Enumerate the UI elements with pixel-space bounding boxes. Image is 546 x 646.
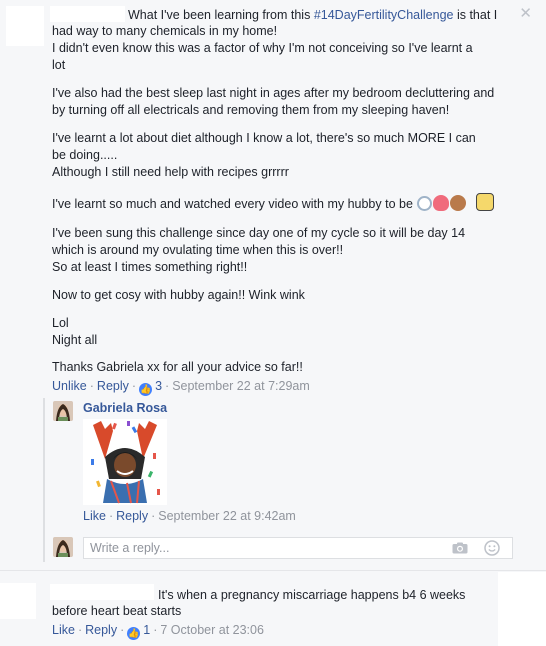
reply-actions: Like · Reply · September 22 at 9:42am [83,509,296,523]
comment-2-line-1: It's when a pregnancy miscarriage happen… [158,588,466,602]
comment-2-line-2: before heart beat starts [52,604,182,618]
comment-1-line-4: lot [52,58,66,72]
fist-bump-emoji-icon [450,195,467,211]
redacted-author-name [50,6,125,22]
timestamp[interactable]: 7 October at 23:06 [160,623,264,637]
comment-1-line-17: Thanks Gabriela xx for all your advice s… [52,360,303,374]
redacted-avatar [6,6,44,46]
comment-1-line-13: So at least I times something right!! [52,260,248,274]
avatar[interactable] [53,401,73,421]
reply-thread-line [43,398,45,562]
timestamp[interactable]: September 22 at 9:42am [158,509,296,523]
redacted-area [498,572,546,646]
baby-emoji-icon [475,193,494,211]
hashtag-link[interactable]: #14DayFertilityChallenge [314,8,454,22]
reply-link[interactable]: Reply [97,379,129,393]
comment-1-line-10: I've learnt so much and watched every vi… [52,193,494,212]
like-count[interactable]: 1 [143,623,150,637]
reply-input[interactable] [84,538,436,558]
redacted-author-name [50,584,154,600]
reply-link[interactable]: Reply [85,623,117,637]
comment-1-line-16: Night all [52,333,98,347]
close-icon[interactable]: ✕ [519,6,532,21]
comment-1-line-9: Although I still need help with recipes … [52,165,289,179]
current-user-avatar [53,537,73,557]
comment-1-line-15: Lol [52,316,69,330]
camera-icon[interactable] [452,542,468,557]
unlike-link[interactable]: Unlike [52,379,87,393]
reply-author-name[interactable]: Gabriela Rosa [83,401,167,415]
comment-1-line-3: I didn't even know this was a factor of … [52,41,473,55]
comment-2-actions: Like · Reply · 👍 1 · 7 October at 23:06 [52,623,264,640]
comment-1-line-2: had way to many chemicals in my home! [52,24,278,38]
comment-1-line-11: I've been sung this challenge since day … [52,226,466,240]
comment-1-line-8: be doing..... [52,148,118,162]
thumbs-up-icon: 👍 [127,627,141,640]
comment-1-line-6: by turning off all electricals and remov… [52,103,450,117]
comment-1-actions: Unlike · Reply · 👍 3 · September 22 at 7:29am [52,379,310,396]
redacted-avatar [0,583,36,619]
reply-link[interactable]: Reply [116,509,148,523]
comment-1-line-7: I've learnt a lot about diet although I … [52,131,476,145]
celebration-sticker[interactable] [83,419,167,505]
like-link[interactable]: Like [52,623,75,637]
like-link[interactable]: Like [83,509,106,523]
emoji-icon[interactable] [484,540,500,559]
comment-1-line-1: What I've been learning from this #14Day… [128,8,498,22]
ring-emoji-icon [417,196,433,211]
like-count[interactable]: 3 [155,379,162,393]
comment-1-line-14: Now to get cosy with hubby again!! Wink … [52,288,305,302]
comment-1-line-5: I've also had the best sleep last night … [52,86,495,100]
comment-1-line-12: which is around my ovulating time when t… [52,243,344,257]
heart-emoji-icon [433,195,450,211]
thumbs-up-icon: 👍 [139,383,153,396]
timestamp[interactable]: September 22 at 7:29am [172,379,310,393]
reply-input-box [83,537,513,559]
comment-divider [0,570,546,571]
